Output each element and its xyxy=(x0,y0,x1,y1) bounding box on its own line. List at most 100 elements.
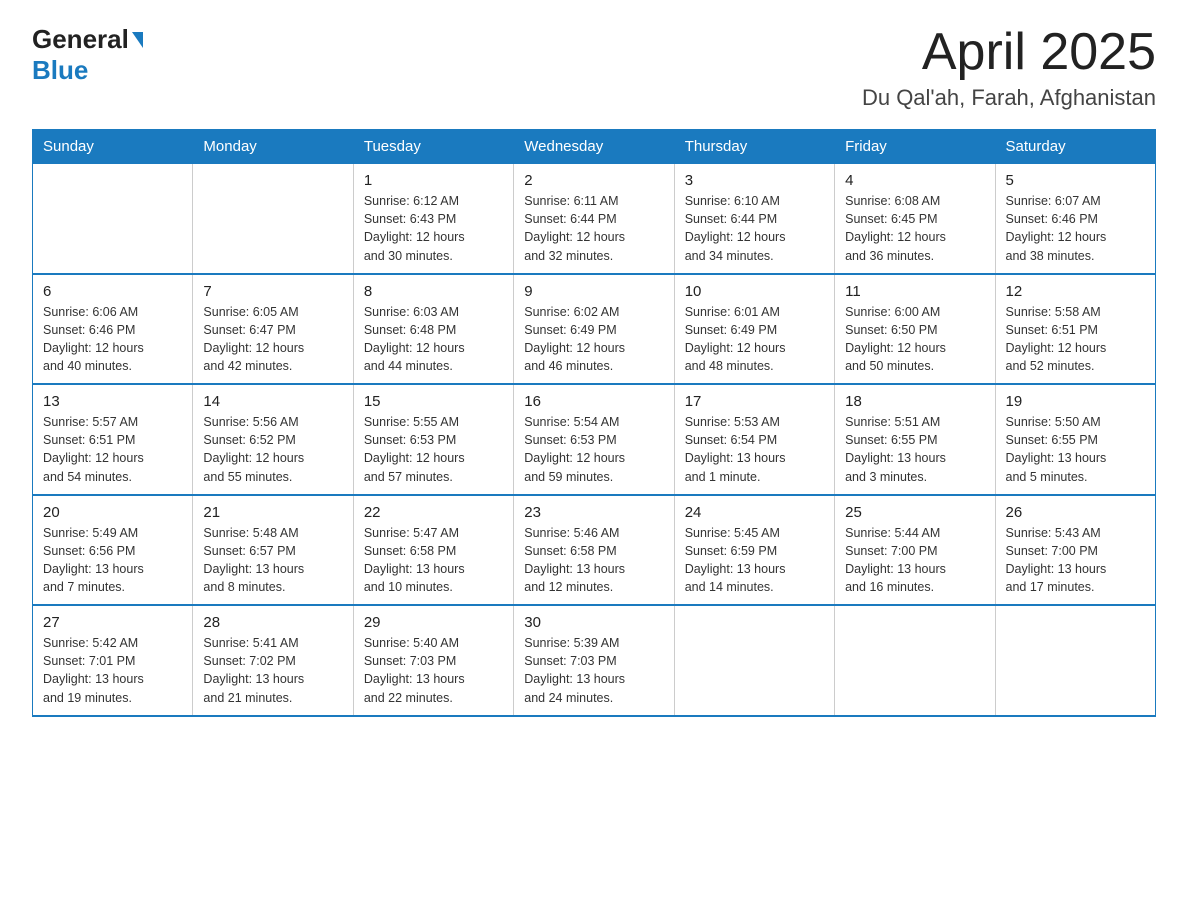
day-info: Sunrise: 6:10 AM Sunset: 6:44 PM Dayligh… xyxy=(685,192,824,265)
calendar-cell xyxy=(193,164,353,274)
calendar-header: SundayMondayTuesdayWednesdayThursdayFrid… xyxy=(33,130,1156,164)
day-number: 3 xyxy=(685,172,824,189)
day-number: 16 xyxy=(524,393,663,410)
day-number: 8 xyxy=(364,283,503,300)
calendar-cell: 5 Sunrise: 6:07 AM Sunset: 6:46 PM Daylig… xyxy=(995,164,1155,274)
day-info: Sunrise: 5:45 AM Sunset: 6:59 PM Dayligh… xyxy=(685,524,824,597)
calendar-cell: 8 Sunrise: 6:03 AM Sunset: 6:48 PM Daylig… xyxy=(353,274,513,385)
header-cell-sunday: Sunday xyxy=(33,130,193,164)
day-info: Sunrise: 5:57 AM Sunset: 6:51 PM Dayligh… xyxy=(43,413,182,486)
header-cell-monday: Monday xyxy=(193,130,353,164)
day-number: 18 xyxy=(845,393,984,410)
page-subtitle: Du Qal'ah, Farah, Afghanistan xyxy=(862,85,1156,111)
calendar-cell: 25Sunrise: 5:44 AM Sunset: 7:00 PM Dayli… xyxy=(835,495,995,606)
day-number: 29 xyxy=(364,614,503,631)
day-number: 7 xyxy=(203,283,342,300)
day-info: Sunrise: 6:06 AM Sunset: 6:46 PM Dayligh… xyxy=(43,303,182,376)
day-info: Sunrise: 6:08 AM Sunset: 6:45 PM Dayligh… xyxy=(845,192,984,265)
calendar-cell xyxy=(995,605,1155,716)
logo-blue-text: Blue xyxy=(32,55,88,86)
page-title: April 2025 xyxy=(862,24,1156,81)
calendar-cell: 15Sunrise: 5:55 AM Sunset: 6:53 PM Dayli… xyxy=(353,384,513,495)
calendar-cell xyxy=(674,605,834,716)
day-info: Sunrise: 5:41 AM Sunset: 7:02 PM Dayligh… xyxy=(203,634,342,707)
day-number: 15 xyxy=(364,393,503,410)
calendar-cell xyxy=(835,605,995,716)
calendar-cell: 23 Sunrise: 5:46 AM Sunset: 6:58 PM Dayli… xyxy=(514,495,674,606)
day-info: Sunrise: 5:48 AM Sunset: 6:57 PM Dayligh… xyxy=(203,524,342,597)
calendar-cell: 18 Sunrise: 5:51 AM Sunset: 6:55 PM Dayli… xyxy=(835,384,995,495)
calendar-row: 20 Sunrise: 5:49 AM Sunset: 6:56 PM Dayli… xyxy=(33,495,1156,606)
header-row: SundayMondayTuesdayWednesdayThursdayFrid… xyxy=(33,130,1156,164)
day-number: 10 xyxy=(685,283,824,300)
day-number: 20 xyxy=(43,504,182,521)
calendar-cell: 1Sunrise: 6:12 AM Sunset: 6:43 PM Daylig… xyxy=(353,164,513,274)
day-info: Sunrise: 5:51 AM Sunset: 6:55 PM Dayligh… xyxy=(845,413,984,486)
calendar-table: SundayMondayTuesdayWednesdayThursdayFrid… xyxy=(32,129,1156,717)
day-number: 28 xyxy=(203,614,342,631)
day-number: 23 xyxy=(524,504,663,521)
calendar-cell: 12Sunrise: 5:58 AM Sunset: 6:51 PM Dayli… xyxy=(995,274,1155,385)
day-info: Sunrise: 5:40 AM Sunset: 7:03 PM Dayligh… xyxy=(364,634,503,707)
calendar-cell: 19Sunrise: 5:50 AM Sunset: 6:55 PM Dayli… xyxy=(995,384,1155,495)
day-number: 12 xyxy=(1006,283,1145,300)
day-info: Sunrise: 6:00 AM Sunset: 6:50 PM Dayligh… xyxy=(845,303,984,376)
calendar-row: 1Sunrise: 6:12 AM Sunset: 6:43 PM Daylig… xyxy=(33,164,1156,274)
day-number: 30 xyxy=(524,614,663,631)
day-info: Sunrise: 5:39 AM Sunset: 7:03 PM Dayligh… xyxy=(524,634,663,707)
calendar-cell: 9Sunrise: 6:02 AM Sunset: 6:49 PM Daylig… xyxy=(514,274,674,385)
day-number: 25 xyxy=(845,504,984,521)
header-cell-friday: Friday xyxy=(835,130,995,164)
day-info: Sunrise: 6:11 AM Sunset: 6:44 PM Dayligh… xyxy=(524,192,663,265)
day-number: 6 xyxy=(43,283,182,300)
calendar-cell xyxy=(33,164,193,274)
day-info: Sunrise: 5:49 AM Sunset: 6:56 PM Dayligh… xyxy=(43,524,182,597)
calendar-cell: 26 Sunrise: 5:43 AM Sunset: 7:00 PM Dayli… xyxy=(995,495,1155,606)
day-info: Sunrise: 6:07 AM Sunset: 6:46 PM Dayligh… xyxy=(1006,192,1145,265)
day-number: 4 xyxy=(845,172,984,189)
page-header: General Blue April 2025 Du Qal'ah, Farah… xyxy=(32,24,1156,111)
day-info: Sunrise: 5:56 AM Sunset: 6:52 PM Dayligh… xyxy=(203,413,342,486)
day-info: Sunrise: 5:42 AM Sunset: 7:01 PM Dayligh… xyxy=(43,634,182,707)
calendar-cell: 2 Sunrise: 6:11 AM Sunset: 6:44 PM Daylig… xyxy=(514,164,674,274)
calendar-cell: 28 Sunrise: 5:41 AM Sunset: 7:02 PM Dayli… xyxy=(193,605,353,716)
calendar-cell: 4 Sunrise: 6:08 AM Sunset: 6:45 PM Daylig… xyxy=(835,164,995,274)
day-number: 17 xyxy=(685,393,824,410)
logo-general-text: General xyxy=(32,24,129,55)
calendar-cell: 10 Sunrise: 6:01 AM Sunset: 6:49 PM Dayli… xyxy=(674,274,834,385)
calendar-cell: 22Sunrise: 5:47 AM Sunset: 6:58 PM Dayli… xyxy=(353,495,513,606)
day-number: 1 xyxy=(364,172,503,189)
calendar-cell: 30 Sunrise: 5:39 AM Sunset: 7:03 PM Dayli… xyxy=(514,605,674,716)
header-cell-saturday: Saturday xyxy=(995,130,1155,164)
day-info: Sunrise: 6:03 AM Sunset: 6:48 PM Dayligh… xyxy=(364,303,503,376)
calendar-row: 13 Sunrise: 5:57 AM Sunset: 6:51 PM Dayli… xyxy=(33,384,1156,495)
calendar-body: 1Sunrise: 6:12 AM Sunset: 6:43 PM Daylig… xyxy=(33,164,1156,716)
day-info: Sunrise: 5:47 AM Sunset: 6:58 PM Dayligh… xyxy=(364,524,503,597)
calendar-cell: 16Sunrise: 5:54 AM Sunset: 6:53 PM Dayli… xyxy=(514,384,674,495)
calendar-cell: 13 Sunrise: 5:57 AM Sunset: 6:51 PM Dayli… xyxy=(33,384,193,495)
day-number: 14 xyxy=(203,393,342,410)
day-info: Sunrise: 5:50 AM Sunset: 6:55 PM Dayligh… xyxy=(1006,413,1145,486)
calendar-cell: 11Sunrise: 6:00 AM Sunset: 6:50 PM Dayli… xyxy=(835,274,995,385)
day-info: Sunrise: 5:43 AM Sunset: 7:00 PM Dayligh… xyxy=(1006,524,1145,597)
day-info: Sunrise: 5:53 AM Sunset: 6:54 PM Dayligh… xyxy=(685,413,824,486)
day-info: Sunrise: 5:46 AM Sunset: 6:58 PM Dayligh… xyxy=(524,524,663,597)
calendar-row: 27 Sunrise: 5:42 AM Sunset: 7:01 PM Dayli… xyxy=(33,605,1156,716)
calendar-cell: 17 Sunrise: 5:53 AM Sunset: 6:54 PM Dayli… xyxy=(674,384,834,495)
title-block: April 2025 Du Qal'ah, Farah, Afghanistan xyxy=(862,24,1156,111)
day-info: Sunrise: 6:05 AM Sunset: 6:47 PM Dayligh… xyxy=(203,303,342,376)
day-number: 27 xyxy=(43,614,182,631)
calendar-cell: 20 Sunrise: 5:49 AM Sunset: 6:56 PM Dayli… xyxy=(33,495,193,606)
calendar-cell: 6 Sunrise: 6:06 AM Sunset: 6:46 PM Daylig… xyxy=(33,274,193,385)
day-number: 13 xyxy=(43,393,182,410)
day-number: 26 xyxy=(1006,504,1145,521)
day-number: 2 xyxy=(524,172,663,189)
calendar-cell: 27 Sunrise: 5:42 AM Sunset: 7:01 PM Dayli… xyxy=(33,605,193,716)
logo-triangle-icon xyxy=(132,32,143,48)
calendar-cell: 29 Sunrise: 5:40 AM Sunset: 7:03 PM Dayli… xyxy=(353,605,513,716)
calendar-cell: 21Sunrise: 5:48 AM Sunset: 6:57 PM Dayli… xyxy=(193,495,353,606)
day-info: Sunrise: 6:01 AM Sunset: 6:49 PM Dayligh… xyxy=(685,303,824,376)
header-cell-tuesday: Tuesday xyxy=(353,130,513,164)
day-number: 5 xyxy=(1006,172,1145,189)
calendar-cell: 3 Sunrise: 6:10 AM Sunset: 6:44 PM Daylig… xyxy=(674,164,834,274)
